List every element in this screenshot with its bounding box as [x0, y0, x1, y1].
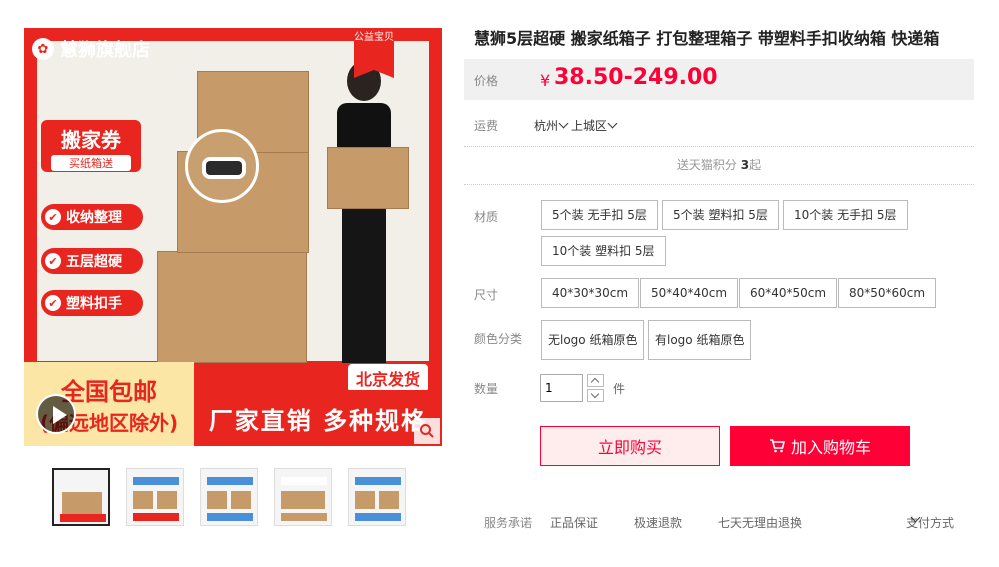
zoom-button[interactable]	[414, 418, 440, 444]
quantity-decrease-button[interactable]	[587, 389, 604, 402]
size-option[interactable]: 60*40*50cm	[739, 278, 838, 308]
play-video-button[interactable]	[36, 394, 76, 434]
thumbnail[interactable]	[274, 468, 332, 526]
check-icon: ✔	[45, 295, 61, 311]
feature-tag: ✔ 收纳整理	[41, 204, 143, 230]
service-item[interactable]: 七天无理由退换	[718, 514, 802, 531]
service-item[interactable]: 正品保证	[550, 514, 598, 531]
shipping-label: 运费	[474, 119, 499, 133]
price-value: 38.50-249.00	[554, 65, 718, 90]
material-option[interactable]: 10个装 无手扣 5层	[783, 200, 908, 230]
size-option[interactable]: 80*50*60cm	[838, 278, 937, 308]
coupon-title: 搬家券	[61, 128, 121, 152]
store-name: 慧狮旗舰店	[60, 40, 150, 61]
held-box	[327, 147, 409, 209]
lion-logo-icon: ✿	[32, 38, 54, 60]
handle-closeup	[185, 129, 259, 203]
price-row: 价格 ¥ 38.50-249.00	[464, 59, 974, 100]
slogan-banner: 厂家直销 多种规格	[194, 390, 442, 446]
magnifier-icon	[420, 424, 434, 438]
ship-origin-tag: 北京发货	[347, 364, 428, 392]
quantity-increase-button[interactable]	[587, 374, 604, 387]
product-title: 慧狮5层超硬 搬家纸箱子 打包整理箱子 带塑料手扣收纳箱 快递箱	[474, 29, 940, 48]
check-icon: ✔	[45, 209, 61, 225]
check-icon: ✔	[45, 253, 61, 269]
shipping-location[interactable]: 杭州 上城区	[534, 117, 620, 134]
feature-tag: ✔ 五层超硬	[41, 248, 143, 274]
thumbnail[interactable]	[200, 468, 258, 526]
size-option[interactable]: 40*30*30cm	[541, 278, 640, 308]
thumbnail[interactable]	[52, 468, 110, 526]
color-label: 颜色分类	[474, 332, 523, 346]
cart-icon	[769, 439, 785, 453]
material-option[interactable]: 10个装 塑料扣 5层	[541, 236, 666, 266]
color-option[interactable]: 有logo 纸箱原色	[648, 320, 752, 360]
shipping-city[interactable]: 杭州	[534, 119, 558, 133]
thumbnail[interactable]	[348, 468, 406, 526]
buy-now-button[interactable]: 立即购买	[540, 426, 720, 466]
thumbnail[interactable]	[126, 468, 184, 526]
add-to-cart-button[interactable]: 加入购物车	[730, 426, 910, 466]
thumbnail-strip	[52, 468, 406, 526]
coupon-sub: 买纸箱送	[51, 155, 131, 171]
chevron-down-icon	[558, 118, 569, 129]
color-option[interactable]: 无logo 纸箱原色	[541, 320, 645, 360]
main-product-image[interactable]: ✿ 慧狮旗舰店 公益宝贝 搬家券 买纸箱送 ✔ 收纳整理 ✔ 五层超硬 ✔ 塑料…	[24, 28, 442, 446]
quantity-label: 数量	[474, 382, 499, 396]
shipping-district[interactable]: 上城区	[571, 119, 607, 133]
quantity-input[interactable]	[540, 374, 583, 402]
feature-tag: ✔ 塑料扣手	[41, 290, 143, 316]
quantity-unit: 件	[613, 382, 626, 396]
moving-coupon: 搬家券 买纸箱送	[41, 120, 141, 172]
model-person	[337, 61, 391, 391]
charity-badge: 公益宝贝	[354, 28, 394, 78]
cardboard-box-large	[157, 251, 307, 363]
points-value: 3	[740, 158, 750, 172]
chevron-down-icon	[607, 118, 618, 129]
price-label: 价格	[474, 74, 499, 88]
material-option[interactable]: 5个装 塑料扣 5层	[662, 200, 779, 230]
material-option[interactable]: 5个装 无手扣 5层	[541, 200, 658, 230]
service-item[interactable]: 极速退款	[634, 514, 682, 531]
add-to-cart-label: 加入购物车	[790, 438, 871, 457]
service-label: 服务承诺	[484, 516, 533, 530]
tmall-points: 送天猫积分 3起	[464, 146, 974, 185]
size-option[interactable]: 50*40*40cm	[640, 278, 739, 308]
store-logo: ✿ 慧狮旗舰店	[32, 36, 150, 62]
currency-symbol: ¥	[540, 71, 551, 90]
size-label: 尺寸	[474, 288, 499, 302]
material-label: 材质	[474, 210, 499, 224]
